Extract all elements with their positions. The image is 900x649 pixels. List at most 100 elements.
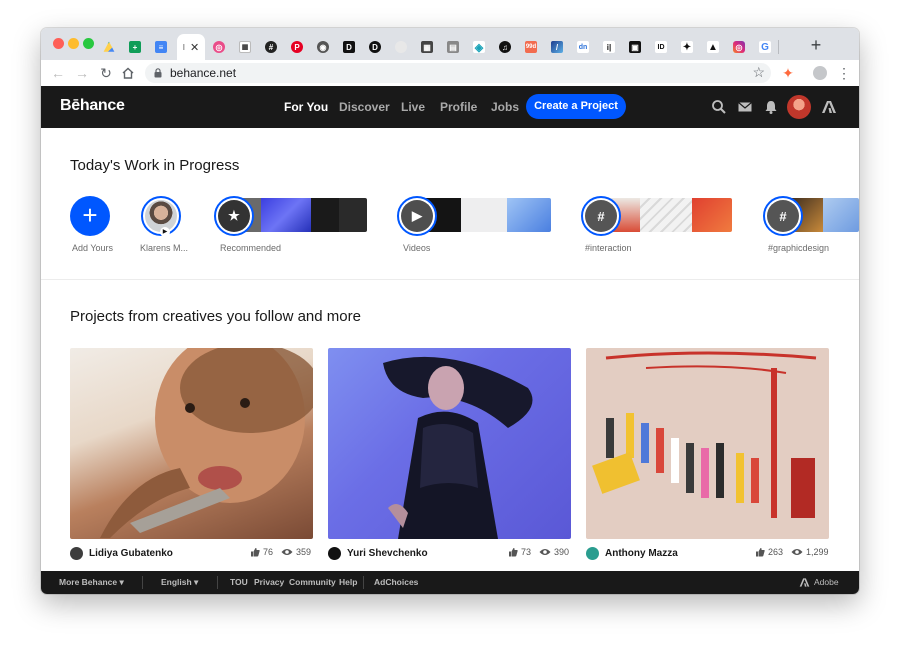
tab-grid[interactable]: ▤ bbox=[441, 34, 465, 60]
sparkle-icon: ✦ bbox=[681, 41, 693, 53]
tab-dn[interactable]: dn bbox=[571, 34, 595, 60]
footer-adobe-text[interactable]: Adobe bbox=[814, 577, 839, 587]
recommended-strip[interactable] bbox=[237, 198, 367, 232]
tab-star[interactable]: ✦ bbox=[675, 34, 699, 60]
views-count-1: 359 bbox=[296, 547, 312, 557]
tab-hashnode[interactable]: # bbox=[259, 34, 283, 60]
adobe-icon[interactable] bbox=[821, 99, 837, 115]
tab-google-docs[interactable]: ≡ bbox=[149, 34, 173, 60]
new-tab-button[interactable]: + bbox=[805, 34, 827, 56]
bookmark-star-icon[interactable]: ☆ bbox=[752, 64, 765, 81]
tab-id[interactable]: ID bbox=[649, 34, 673, 60]
tab-pinterest[interactable]: P bbox=[285, 34, 309, 60]
tab-d-round[interactable]: D bbox=[363, 34, 387, 60]
project-stats-1: 76 359 bbox=[250, 547, 311, 557]
story-klarens-label: Klarens M... bbox=[140, 243, 189, 253]
mail-icon[interactable] bbox=[737, 99, 753, 115]
pattern-icon: ▤ bbox=[447, 41, 459, 53]
more-behance-dropdown[interactable]: More Behance ▾ bbox=[59, 577, 124, 588]
tab-behance-active[interactable]: I ✕ bbox=[177, 34, 205, 60]
docs-icon: ≡ bbox=[155, 41, 167, 53]
tab-diamond[interactable]: ◈ bbox=[467, 34, 491, 60]
menu-kebab-icon[interactable]: ⋮ bbox=[835, 64, 853, 82]
tab-box[interactable]: ▣ bbox=[623, 34, 647, 60]
story-interaction[interactable]: # bbox=[581, 196, 621, 236]
story-graphicdesign[interactable]: # bbox=[763, 196, 803, 236]
home-icon[interactable] bbox=[119, 64, 137, 82]
user-avatar[interactable] bbox=[787, 95, 811, 119]
tab-ij[interactable]: i| bbox=[597, 34, 621, 60]
tab-d-square[interactable]: D bbox=[337, 34, 361, 60]
project-card-3[interactable] bbox=[586, 348, 829, 539]
minimize-window-button[interactable] bbox=[68, 38, 79, 49]
project-stats-2: 73 390 bbox=[508, 547, 569, 557]
tab-dribbble[interactable]: ◎ bbox=[207, 34, 231, 60]
create-project-button[interactable]: Create a Project bbox=[526, 94, 626, 119]
address-bar[interactable]: behance.net ☆ bbox=[145, 63, 771, 83]
star-icon: ★ bbox=[218, 200, 250, 232]
wip-title: Today's Work in Progress bbox=[70, 157, 240, 174]
project-owner-3[interactable]: Anthony Mazza bbox=[586, 545, 678, 561]
instagram-icon: ◎ bbox=[733, 41, 745, 53]
reload-icon[interactable]: ↻ bbox=[97, 64, 115, 82]
project-owner-1[interactable]: Lidiya Gubatenko bbox=[70, 545, 173, 561]
maximize-window-button[interactable] bbox=[83, 38, 94, 49]
back-icon[interactable]: ← bbox=[49, 64, 67, 82]
behance-logo[interactable]: Bēhance bbox=[60, 97, 125, 115]
project-card-2[interactable] bbox=[328, 348, 571, 539]
footer-link-help[interactable]: Help bbox=[339, 577, 357, 587]
nav-discover[interactable]: Discover bbox=[339, 100, 390, 114]
interaction-strip[interactable] bbox=[604, 198, 732, 232]
add-wip-button[interactable]: + bbox=[70, 196, 110, 236]
project-card-1[interactable] bbox=[70, 348, 313, 539]
tab-google[interactable]: G bbox=[753, 34, 777, 60]
google-drive-icon bbox=[103, 41, 115, 52]
story-videos[interactable]: ▶ bbox=[397, 196, 437, 236]
story-recommended[interactable]: ★ bbox=[214, 196, 254, 236]
thumbs-up-icon bbox=[251, 548, 260, 557]
videos-strip[interactable] bbox=[421, 198, 551, 232]
triangle-icon: ▲ bbox=[707, 41, 719, 53]
tab-google-drive[interactable] bbox=[97, 34, 121, 60]
close-window-button[interactable] bbox=[53, 38, 64, 49]
nav-for-you[interactable]: For You bbox=[284, 100, 328, 114]
tab-google-sheets[interactable]: + bbox=[123, 34, 147, 60]
nav-live[interactable]: Live bbox=[401, 100, 425, 114]
project-image-3 bbox=[592, 351, 817, 518]
url-text: behance.net bbox=[170, 66, 237, 80]
thumbs-up-icon bbox=[509, 548, 518, 557]
tab-headphones[interactable]: ♫ bbox=[493, 34, 517, 60]
tab-99designs[interactable]: 99d bbox=[519, 34, 543, 60]
project-owner-2[interactable]: Yuri Shevchenko bbox=[328, 545, 428, 561]
tab-qr[interactable]: ▦ bbox=[415, 34, 439, 60]
footer-bar: More Behance ▾ English ▾ TOU Privacy Com… bbox=[41, 571, 859, 594]
footer-link-community[interactable]: Community bbox=[289, 577, 336, 587]
behance-header: Bēhance For You Discover Live Profile Jo… bbox=[41, 86, 859, 128]
tab-a[interactable]: ▲ bbox=[701, 34, 725, 60]
stripes-icon: / bbox=[551, 41, 563, 53]
project-stats-3: 263 1,299 bbox=[755, 547, 829, 557]
forward-icon[interactable]: → bbox=[73, 64, 91, 82]
close-tab-icon[interactable]: ✕ bbox=[190, 41, 199, 54]
language-dropdown[interactable]: English ▾ bbox=[161, 577, 198, 588]
profile-icon[interactable] bbox=[811, 64, 829, 82]
footer-adchoices[interactable]: AdChoices bbox=[374, 577, 418, 587]
extension-icon[interactable]: ✦ bbox=[779, 64, 797, 82]
search-icon[interactable] bbox=[711, 99, 727, 115]
footer-link-privacy[interactable]: Privacy bbox=[254, 577, 284, 587]
tab-blank[interactable] bbox=[389, 34, 413, 60]
grid-icon: ▦ bbox=[239, 41, 251, 53]
owner-name-2: Yuri Shevchenko bbox=[347, 547, 428, 559]
story-recommended-label: Recommended bbox=[220, 243, 282, 253]
tab-circle[interactable]: ◉ bbox=[311, 34, 335, 60]
tab-stripes[interactable]: / bbox=[545, 34, 569, 60]
play-icon: ▶ bbox=[160, 227, 170, 237]
dn-icon: dn bbox=[577, 41, 589, 53]
nav-jobs[interactable]: Jobs bbox=[491, 100, 519, 114]
tab-strip: + ≡ I ✕ ◎ ▦ # P ◉ D D ▦ ▤ ◈ ♫ 99d / dn i|… bbox=[41, 28, 859, 60]
tab-figma[interactable]: ▦ bbox=[233, 34, 257, 60]
bell-icon[interactable] bbox=[763, 99, 779, 115]
footer-link-tou[interactable]: TOU bbox=[230, 577, 248, 587]
nav-profile[interactable]: Profile bbox=[440, 100, 477, 114]
tab-instagram[interactable]: ◎ bbox=[727, 34, 751, 60]
